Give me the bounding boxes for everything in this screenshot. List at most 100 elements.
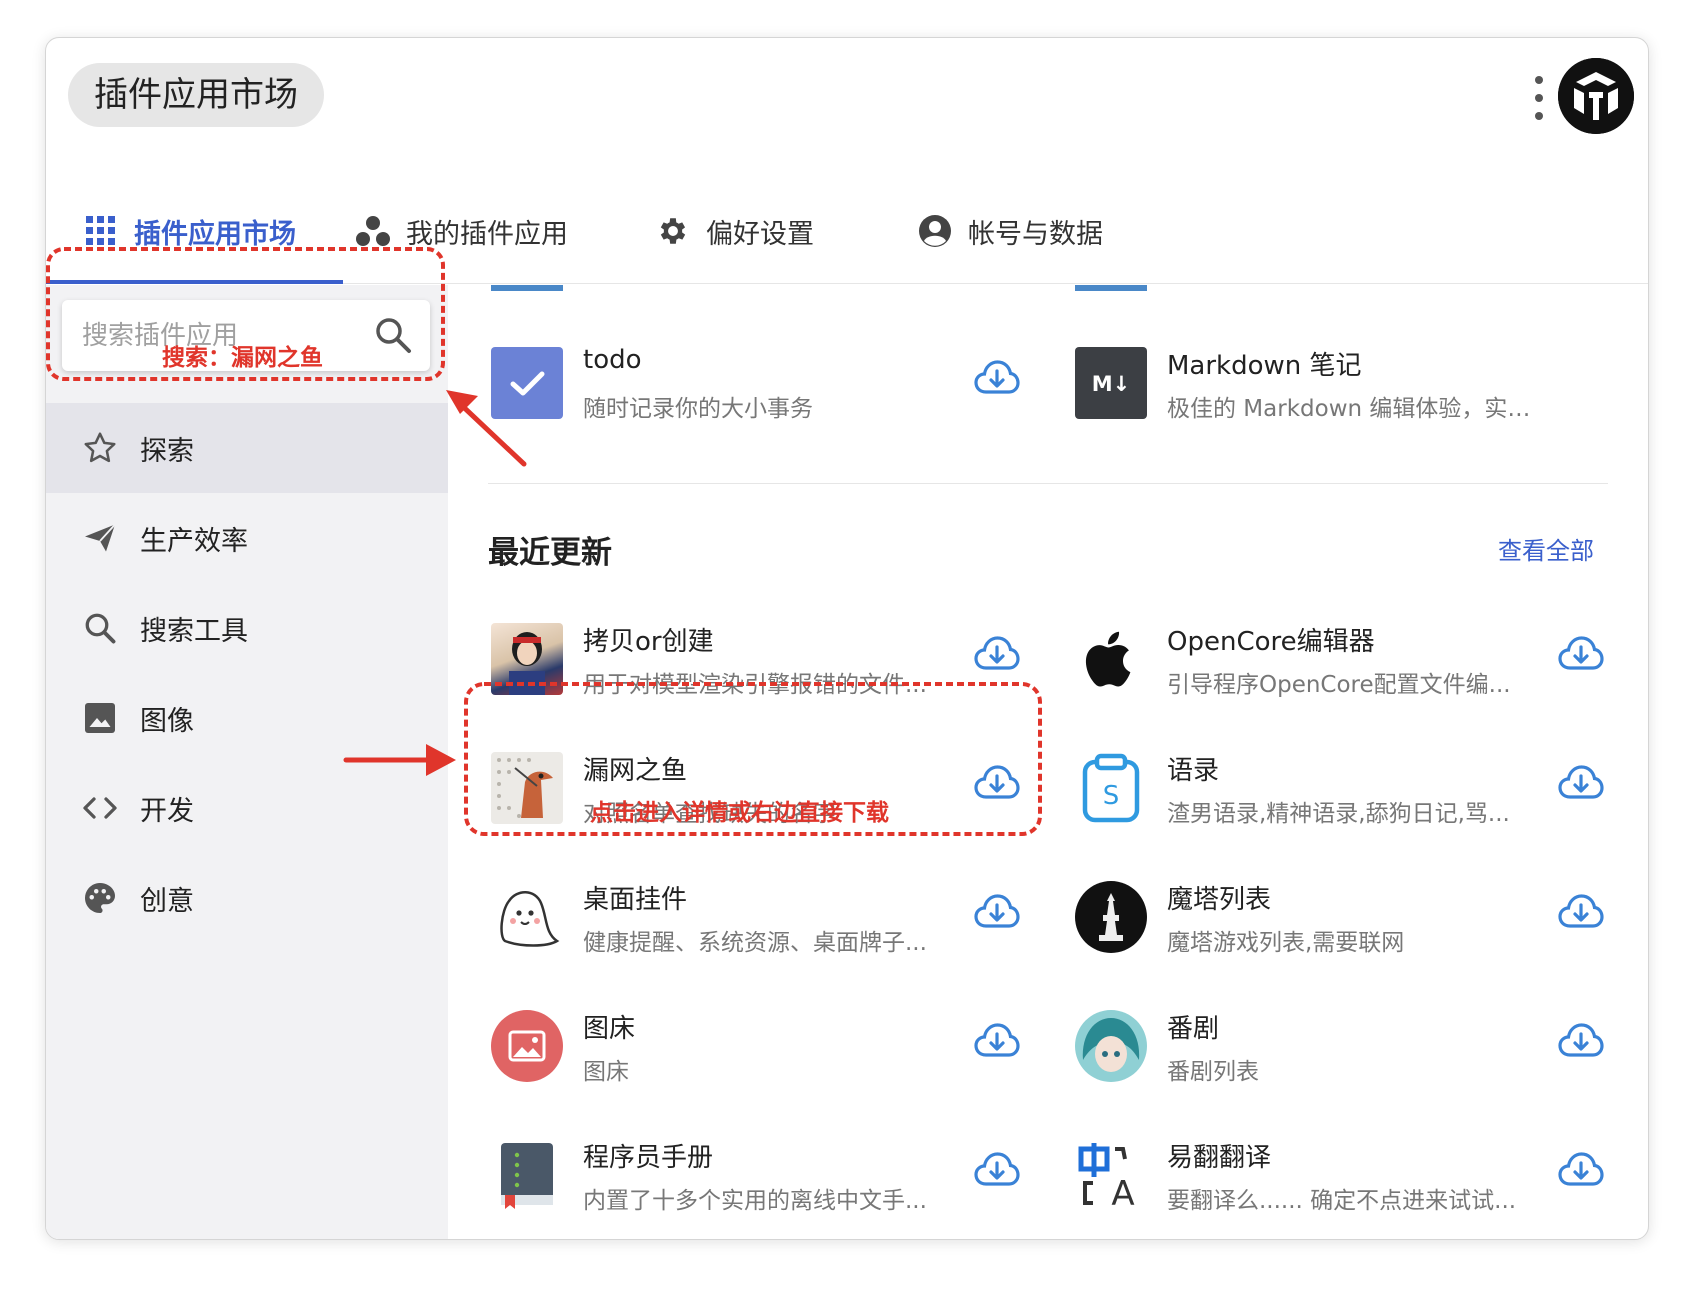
- cloud-download-icon[interactable]: [974, 636, 1020, 672]
- app-card-image-host[interactable]: 图床 图床: [491, 1010, 1031, 1085]
- scrolled-item-edge: [491, 285, 563, 291]
- cloud-download-icon[interactable]: [1558, 636, 1604, 672]
- image-icon: [82, 700, 118, 736]
- app-name: OpenCore编辑器: [1167, 627, 1375, 657]
- app-logo[interactable]: [1558, 58, 1634, 134]
- app-name: 语录: [1167, 756, 1220, 786]
- app-window: 插件应用市场 插件应用市场 我的插件应用 偏好设置 帐号与数据 搜索插件应用 探…: [45, 37, 1649, 1240]
- cloud-download-icon[interactable]: [974, 894, 1020, 930]
- app-card-todo[interactable]: todo 随时记录你的大小事务: [491, 345, 1031, 422]
- cloud-download-icon[interactable]: [1558, 894, 1604, 930]
- tab-my-plugins[interactable]: 我的插件应用: [356, 178, 568, 284]
- sidebar-item-image[interactable]: 图像: [46, 673, 448, 763]
- active-tab-indicator: [46, 280, 343, 284]
- cloud-download-icon[interactable]: [1558, 765, 1604, 801]
- tab-bar: 插件应用市场 我的插件应用 偏好设置 帐号与数据: [46, 178, 1648, 284]
- view-all-link[interactable]: 查看全部: [1498, 531, 1594, 566]
- more-menu-icon[interactable]: [1532, 76, 1546, 120]
- app-name: 桌面挂件: [583, 885, 688, 915]
- category-nav: 探索 生产效率 搜索工具 图像 开发 创意: [46, 403, 448, 943]
- gear-icon: [656, 214, 690, 248]
- tab-label: 帐号与数据: [968, 218, 1103, 250]
- sidebar: 探索 生产效率 搜索工具 图像: [46, 285, 448, 1239]
- sidebar-item-label: 创意: [140, 885, 194, 917]
- app-title: 插件应用市场: [68, 63, 324, 127]
- app-desc: 用于对模型渲染引擎报错的文件...: [583, 672, 927, 698]
- svg-text:M↓: M↓: [1092, 372, 1131, 396]
- app-name: 漏网之鱼: [583, 756, 688, 786]
- app-card-magic-tower[interactable]: 魔塔列表 魔塔游戏列表,需要联网: [1075, 881, 1615, 956]
- app-desc: 极佳的 Markdown 编辑体验，实时预...: [1167, 396, 1547, 422]
- apps-grid-icon: [84, 214, 118, 248]
- paper-plane-icon: [82, 520, 118, 556]
- translate-icon: A: [1075, 1139, 1147, 1211]
- cloud-download-icon[interactable]: [974, 1023, 1020, 1059]
- app-name: 易翻翻译: [1167, 1143, 1272, 1173]
- cloud-download-icon[interactable]: [1558, 1023, 1604, 1059]
- bird-icon: [491, 752, 563, 824]
- tab-label: 偏好设置: [706, 218, 814, 250]
- tab-label: 我的插件应用: [406, 218, 568, 250]
- book-icon: [491, 1139, 563, 1211]
- app-desc: 随时记录你的大小事务: [583, 396, 813, 422]
- app-name: 魔塔列表: [1167, 885, 1272, 915]
- app-card-copy-or-create[interactable]: 拷贝or创建 用于对模型渲染引擎报错的文件...: [491, 623, 1031, 698]
- app-desc: 内置了十多个实用的离线中文手...: [583, 1188, 927, 1214]
- sidebar-item-develop[interactable]: 开发: [46, 763, 448, 853]
- sidebar-item-label: 图像: [140, 705, 194, 737]
- app-desc: 健康提醒、系统资源、桌面牌子...: [583, 930, 927, 956]
- sidebar-item-label: 搜索工具: [140, 615, 248, 647]
- sidebar-item-explore[interactable]: 探索: [46, 403, 448, 493]
- anime-avatar-icon: [1075, 1010, 1147, 1082]
- tab-label: 插件应用市场: [134, 218, 296, 250]
- app-desc: 图床: [583, 1059, 629, 1085]
- app-name: todo: [583, 345, 642, 375]
- app-card-yu-lu[interactable]: S 语录 渣男语录,精神语录,舔狗日记,骂...: [1075, 752, 1615, 827]
- clipboard-s-icon: S: [1075, 752, 1147, 824]
- app-card-opencore[interactable]: OpenCore编辑器 引导程序OpenCore配置文件编...: [1075, 623, 1615, 698]
- cloud-download-icon[interactable]: [974, 765, 1020, 801]
- apple-icon: [1075, 623, 1147, 695]
- sidebar-item-search-tools[interactable]: 搜索工具: [46, 583, 448, 673]
- search-icon[interactable]: [374, 316, 412, 354]
- tab-account[interactable]: 帐号与数据: [918, 178, 1103, 284]
- app-name: 番剧: [1167, 1014, 1220, 1044]
- app-card-programmer-manual[interactable]: 程序员手册 内置了十多个实用的离线中文手...: [491, 1139, 1031, 1214]
- sidebar-item-label: 开发: [140, 795, 194, 827]
- app-card-markdown[interactable]: M↓ Markdown 笔记 极佳的 Markdown 编辑体验，实时预...: [1075, 347, 1615, 422]
- svg-text:A: A: [1111, 1174, 1134, 1211]
- app-desc: 引导程序OpenCore配置文件编...: [1167, 672, 1511, 698]
- app-name: 拷贝or创建: [583, 627, 714, 657]
- cloud-download-icon[interactable]: [974, 1152, 1020, 1188]
- palette-icon: [82, 880, 118, 916]
- section-title: 最近更新: [488, 535, 612, 571]
- tab-market[interactable]: 插件应用市场: [84, 178, 296, 284]
- sidebar-item-label: 探索: [140, 435, 194, 467]
- star-icon: [82, 430, 118, 466]
- tower-icon: [1075, 881, 1147, 953]
- sidebar-item-creative[interactable]: 创意: [46, 853, 448, 943]
- click-annotation: 点击进入详情或右边直接下载: [590, 800, 889, 826]
- app-desc: 渣男语录,精神语录,舔狗日记,骂...: [1167, 801, 1510, 827]
- app-desc: 魔塔游戏列表,需要联网: [1167, 930, 1405, 956]
- app-desc: 番剧列表: [1167, 1059, 1259, 1085]
- check-icon: [491, 347, 563, 419]
- ghost-icon: [491, 881, 563, 953]
- tab-preferences[interactable]: 偏好设置: [656, 178, 814, 284]
- markdown-icon: M↓: [1075, 347, 1147, 419]
- sidebar-item-productivity[interactable]: 生产效率: [46, 493, 448, 583]
- app-name: Markdown 笔记: [1167, 351, 1362, 381]
- scrolled-item-edge: [1075, 285, 1147, 291]
- app-name: 程序员手册: [583, 1143, 714, 1173]
- cloud-download-icon[interactable]: [1558, 1152, 1604, 1188]
- app-card-desktop-widget[interactable]: 桌面挂件 健康提醒、系统资源、桌面牌子...: [491, 881, 1031, 956]
- app-desc: 要翻译么...... 确定不点进来试试...: [1167, 1188, 1517, 1214]
- app-card-anime[interactable]: 番剧 番剧列表: [1075, 1010, 1615, 1085]
- magnifier-icon: [82, 610, 118, 646]
- app-card-yifan-translate[interactable]: A 易翻翻译 要翻译么...... 确定不点进来试试...: [1075, 1139, 1615, 1214]
- main-content: todo 随时记录你的大小事务 M↓ Markdown 笔记 极佳的 Markd…: [448, 285, 1648, 1239]
- cloud-download-icon[interactable]: [974, 360, 1020, 396]
- sidebar-item-label: 生产效率: [140, 525, 248, 557]
- app-name: 图床: [583, 1014, 636, 1044]
- portrait-icon: [491, 623, 563, 695]
